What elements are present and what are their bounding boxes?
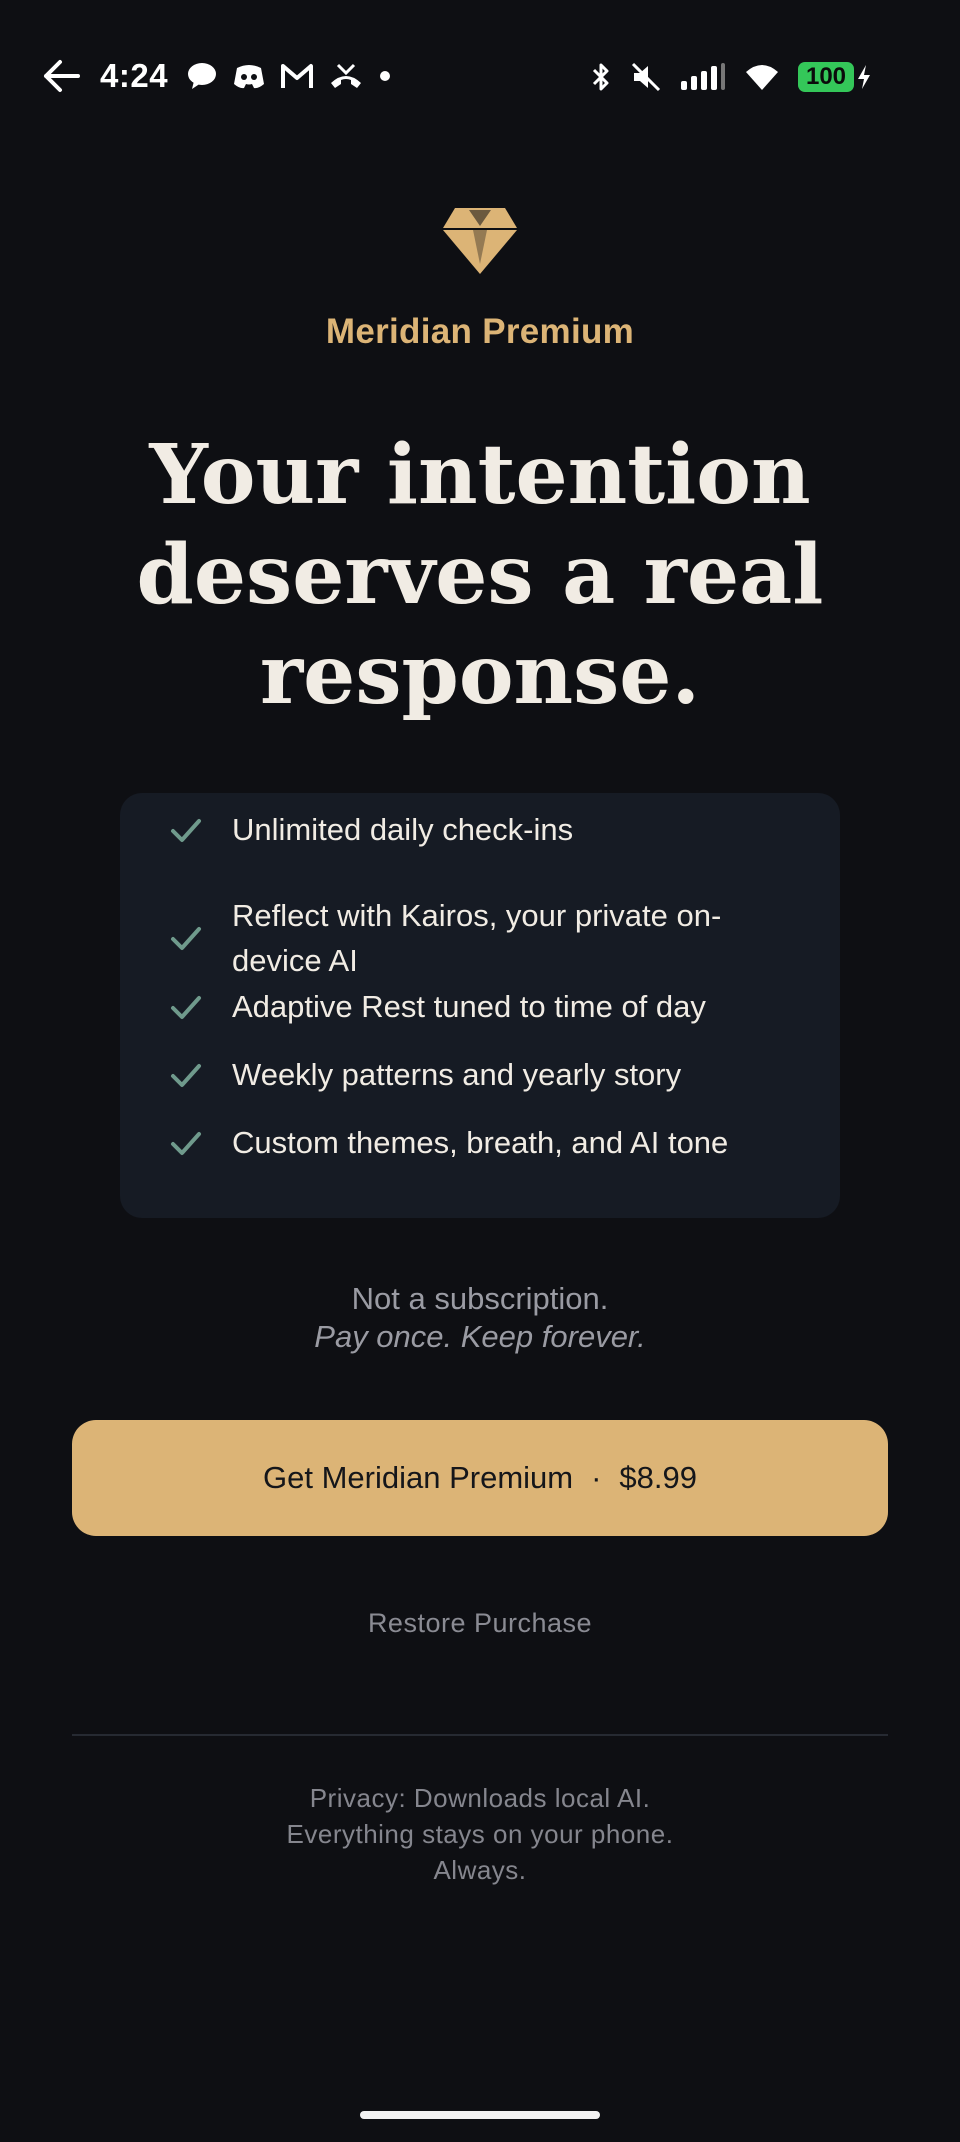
feature-item: Unlimited daily check-ins: [120, 807, 792, 852]
home-indicator[interactable]: [360, 2111, 600, 2119]
features-card: Unlimited daily check-ins Reflect with K…: [120, 793, 840, 1218]
pricing-note-tagline: Pay once. Keep forever.: [314, 1319, 646, 1354]
feature-label: Unlimited daily check-ins: [232, 812, 574, 847]
mute-icon: [630, 61, 662, 93]
pricing-note: Not a subscription. Pay once. Keep forev…: [0, 1280, 960, 1356]
brand-title: Meridian Premium: [325, 312, 635, 351]
check-icon: [171, 927, 201, 950]
feature-item: Reflect with Kairos, your private on-dev…: [120, 893, 722, 983]
feature-item: Custom themes, breath, and AI tone: [120, 1120, 792, 1165]
signal-icon: [680, 63, 726, 91]
battery-level: 100: [798, 62, 854, 92]
divider: [72, 1734, 888, 1736]
battery-indicator: 100: [798, 62, 872, 92]
charging-icon: [856, 64, 872, 90]
check-icon: [171, 818, 201, 842]
check-icon: [171, 1063, 201, 1087]
status-time: 4:24: [100, 57, 169, 94]
dot-icon: [378, 69, 392, 83]
diamond-icon: [443, 206, 517, 274]
headline: Your intention deserves a real response.: [0, 425, 960, 725]
privacy-line: Everything stays on your phone.: [286, 1819, 674, 1849]
pricing-note-line: Not a subscription.: [351, 1281, 609, 1316]
missed-call-icon: [328, 61, 364, 91]
feature-item: Adaptive Rest tuned to time of day: [120, 984, 792, 1029]
privacy-note: Privacy: Downloads local AI. Everything …: [0, 1780, 960, 1888]
feature-label: Adaptive Rest tuned to time of day: [232, 989, 706, 1024]
separator-dot: ·: [591, 1460, 602, 1495]
chat-bubble-icon: [186, 61, 218, 91]
headline-line: Your intention: [149, 427, 811, 523]
back-arrow-icon[interactable]: [42, 59, 80, 93]
gmail-icon: [280, 62, 314, 90]
get-premium-button[interactable]: Get Meridian Premium · $8.99: [72, 1420, 888, 1536]
status-bar: 4:24 100: [0, 0, 960, 150]
privacy-line: Always.: [433, 1855, 527, 1885]
feature-item: Weekly patterns and yearly story: [120, 1052, 792, 1097]
check-icon: [171, 995, 201, 1019]
get-premium-label: Get Meridian Premium: [263, 1460, 574, 1495]
check-icon: [171, 1131, 201, 1155]
restore-purchase-link[interactable]: Restore Purchase: [0, 1608, 960, 1639]
discord-icon: [232, 62, 266, 90]
headline-line: deserves a real: [136, 527, 824, 623]
status-bar-right: 100: [572, 52, 872, 102]
headline-line: response.: [259, 627, 701, 723]
bluetooth-icon: [590, 61, 612, 93]
price-label: $8.99: [619, 1460, 697, 1495]
wifi-icon: [744, 62, 780, 92]
feature-label: Reflect with Kairos, your private on-dev…: [232, 898, 722, 978]
feature-label: Weekly patterns and yearly story: [232, 1057, 682, 1092]
feature-label: Custom themes, breath, and AI tone: [232, 1125, 729, 1160]
status-bar-left: 4:24: [42, 48, 406, 104]
privacy-line: Privacy: Downloads local AI.: [309, 1783, 651, 1813]
